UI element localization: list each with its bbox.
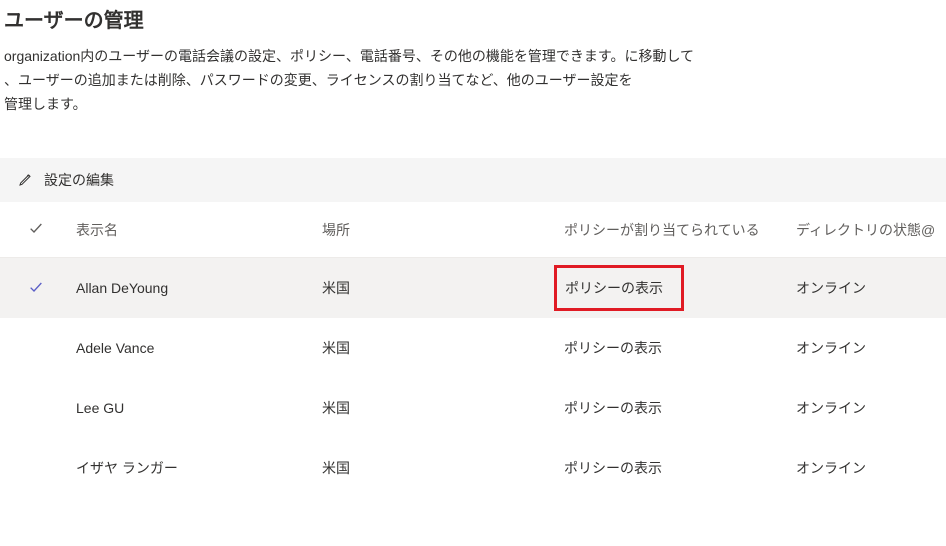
table-row[interactable]: Adele Vance米国ポリシーの表示 オンライン <box>0 318 946 378</box>
user-table: 表示名 場所 ポリシーが割り当てられている ディレクトリの状態@ Allan D… <box>0 202 946 498</box>
page-description: organization内のユーザーの電話会議の設定、ポリシー、電話番号、その他… <box>0 45 946 116</box>
page-desc-line: organization内のユーザーの電話会議の設定、ポリシー、電話番号、その他… <box>4 45 946 69</box>
user-name[interactable]: Allan DeYoung <box>70 280 322 296</box>
page-title: ユーザーの管理 <box>0 0 946 45</box>
user-name[interactable]: Adele Vance <box>70 340 322 356</box>
policy-cell: ポリシーの表示 <box>564 265 796 311</box>
directory-status: オンライン <box>796 278 936 298</box>
check-icon <box>28 279 44 298</box>
policy-cell: ポリシーの表示 <box>564 458 796 478</box>
edit-icon <box>18 171 34 190</box>
policy-cell: ポリシーの表示 <box>564 398 796 418</box>
highlight-annotation: ポリシーの表示 <box>554 265 684 311</box>
view-policy-link[interactable]: ポリシーの表示 <box>565 280 663 296</box>
view-policy-link[interactable]: ポリシーの表示 <box>564 400 662 416</box>
column-header-display-name[interactable]: 表示名 <box>70 220 322 240</box>
table-row[interactable]: Lee GU米国ポリシーの表示 オンライン <box>0 378 946 438</box>
user-name[interactable]: Lee GU <box>70 400 322 416</box>
user-location: 米国 <box>322 278 564 298</box>
policy-cell: ポリシーの表示 <box>564 338 796 358</box>
user-location: 米国 <box>322 458 564 478</box>
column-header-directory[interactable]: ディレクトリの状態@ <box>796 220 936 240</box>
page-desc-line: 管理します。 <box>4 93 946 117</box>
edit-settings-button[interactable]: 設定の編集 <box>44 170 114 190</box>
toolbar: 設定の編集 <box>0 158 946 202</box>
column-header-policy[interactable]: ポリシーが割り当てられている <box>564 220 796 240</box>
user-location: 米国 <box>322 338 564 358</box>
directory-status: オンライン <box>796 398 936 418</box>
directory-status: オンライン <box>796 338 936 358</box>
directory-status: オンライン <box>796 458 936 478</box>
table-row[interactable]: Allan DeYoung米国ポリシーの表示 オンライン <box>0 258 946 318</box>
column-header-location[interactable]: 場所 <box>322 220 564 240</box>
select-all-checkbox[interactable] <box>10 220 70 239</box>
check-icon <box>28 220 44 239</box>
table-header: 表示名 場所 ポリシーが割り当てられている ディレクトリの状態@ <box>0 202 946 258</box>
view-policy-link[interactable]: ポリシーの表示 <box>564 340 662 356</box>
page-desc-line: 、ユーザーの追加または削除、パスワードの変更、ライセンスの割り当てなど、他のユー… <box>4 69 946 93</box>
user-location: 米国 <box>322 398 564 418</box>
view-policy-link[interactable]: ポリシーの表示 <box>564 460 662 476</box>
row-checkbox[interactable] <box>10 279 70 298</box>
user-name[interactable]: イザヤ ランガー <box>70 458 322 478</box>
table-row[interactable]: イザヤ ランガー米国ポリシーの表示 オンライン <box>0 438 946 498</box>
